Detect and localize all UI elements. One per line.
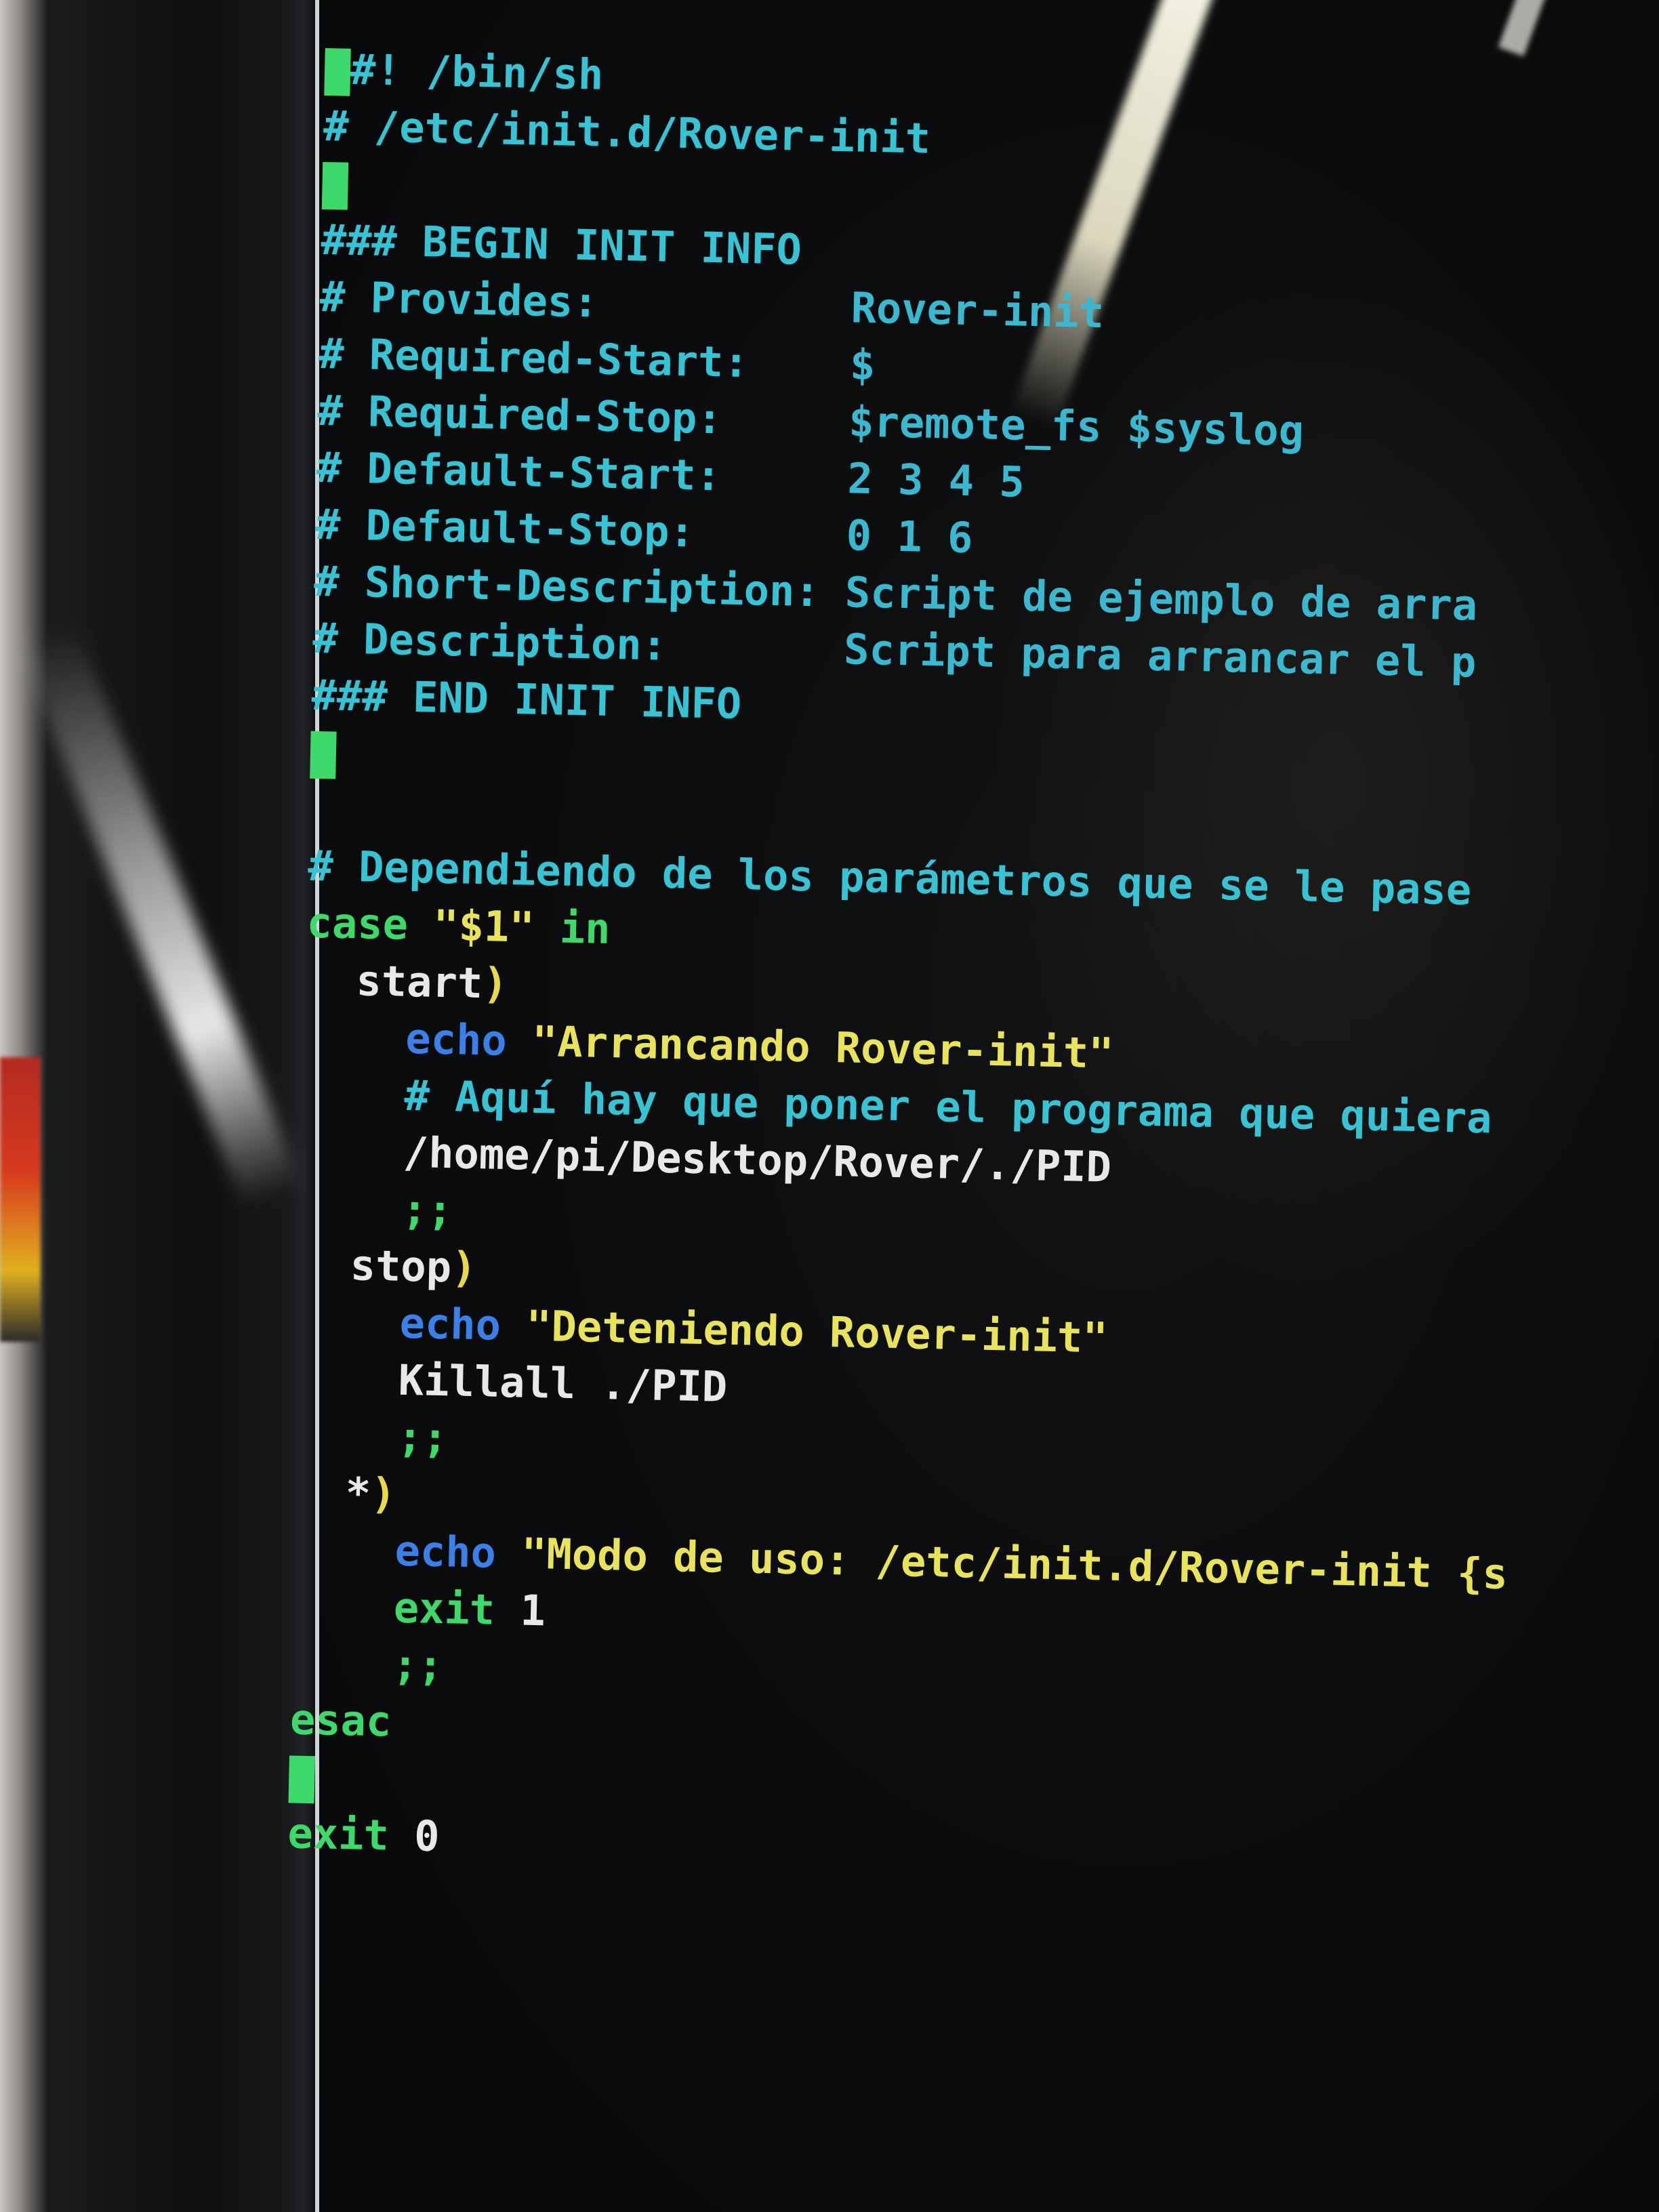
terminal-editor[interactable]: #! /bin/sh # /etc/init.d/Rover-init ### BE… [287,41,1654,1889]
code-token: ) [370,1468,397,1519]
code-token: ) [482,958,509,1008]
code-token: Killall ./PID [398,1355,728,1412]
code-token: /home/pi/Desktop/Rover/./PID [403,1127,1112,1192]
code-token: ### END INIT INFO [311,670,742,729]
code-token: Script para arrancar el p [843,624,1477,687]
code-token: Script de ejemplo de arra [844,567,1478,630]
code-token: echo [405,1013,533,1066]
code-token: $remote_fs $syslog [848,396,1305,456]
code-token: # /etc/init.d/Rover-init [323,100,931,163]
code-token: in [533,902,611,954]
code-token: 0 1 6 [845,510,974,563]
code-token: # Required-Start: [318,328,851,390]
code-token: 2 3 4 5 [846,453,1025,507]
code-token: ### BEGIN INIT INFO [321,214,802,274]
code-token: echo [394,1525,523,1578]
code-token: 1 [519,1585,546,1636]
code-token: esac [289,1694,392,1746]
code-token: # Default-Start: [316,442,848,504]
code-token: # Required-Stop: [316,385,850,447]
code-token: ) [451,1242,478,1293]
code-token: ;; [401,1184,453,1235]
cursor-block [321,161,349,210]
code-token: start [355,956,483,1008]
code-token: # Default-Stop: [314,499,847,560]
cursor-block [310,731,337,779]
background-object [0,1057,41,1342]
code-token: # Short-Description: [313,556,846,617]
code-token: stop [350,1240,452,1292]
code-token: exit [393,1582,521,1635]
code-token: echo [398,1298,527,1351]
cursor-block [288,1755,315,1804]
code-token: ;; [392,1639,444,1691]
code-token: "Arrancando Rover-init" [531,1016,1115,1078]
code-token: "Deteniendo Rover-init" [525,1300,1109,1363]
monitor-bezel [0,0,319,2212]
photo-scene: #! /bin/sh # /etc/init.d/Rover-init ### BE… [0,0,1659,2212]
code-token: $ [849,340,876,390]
code-token: Rover-init [851,283,1105,338]
code-token: "$1" [432,900,535,952]
code-token: # Provides: [319,271,852,333]
code-token: case [306,897,434,950]
code-token: * [345,1468,371,1518]
cursor-block [324,47,351,96]
code-token: exit [287,1808,415,1861]
code-token: 0 [413,1811,441,1862]
code-token: #! /bin/sh [350,44,605,100]
code-token: ;; [396,1412,449,1463]
code-token: # Description: [312,613,845,674]
